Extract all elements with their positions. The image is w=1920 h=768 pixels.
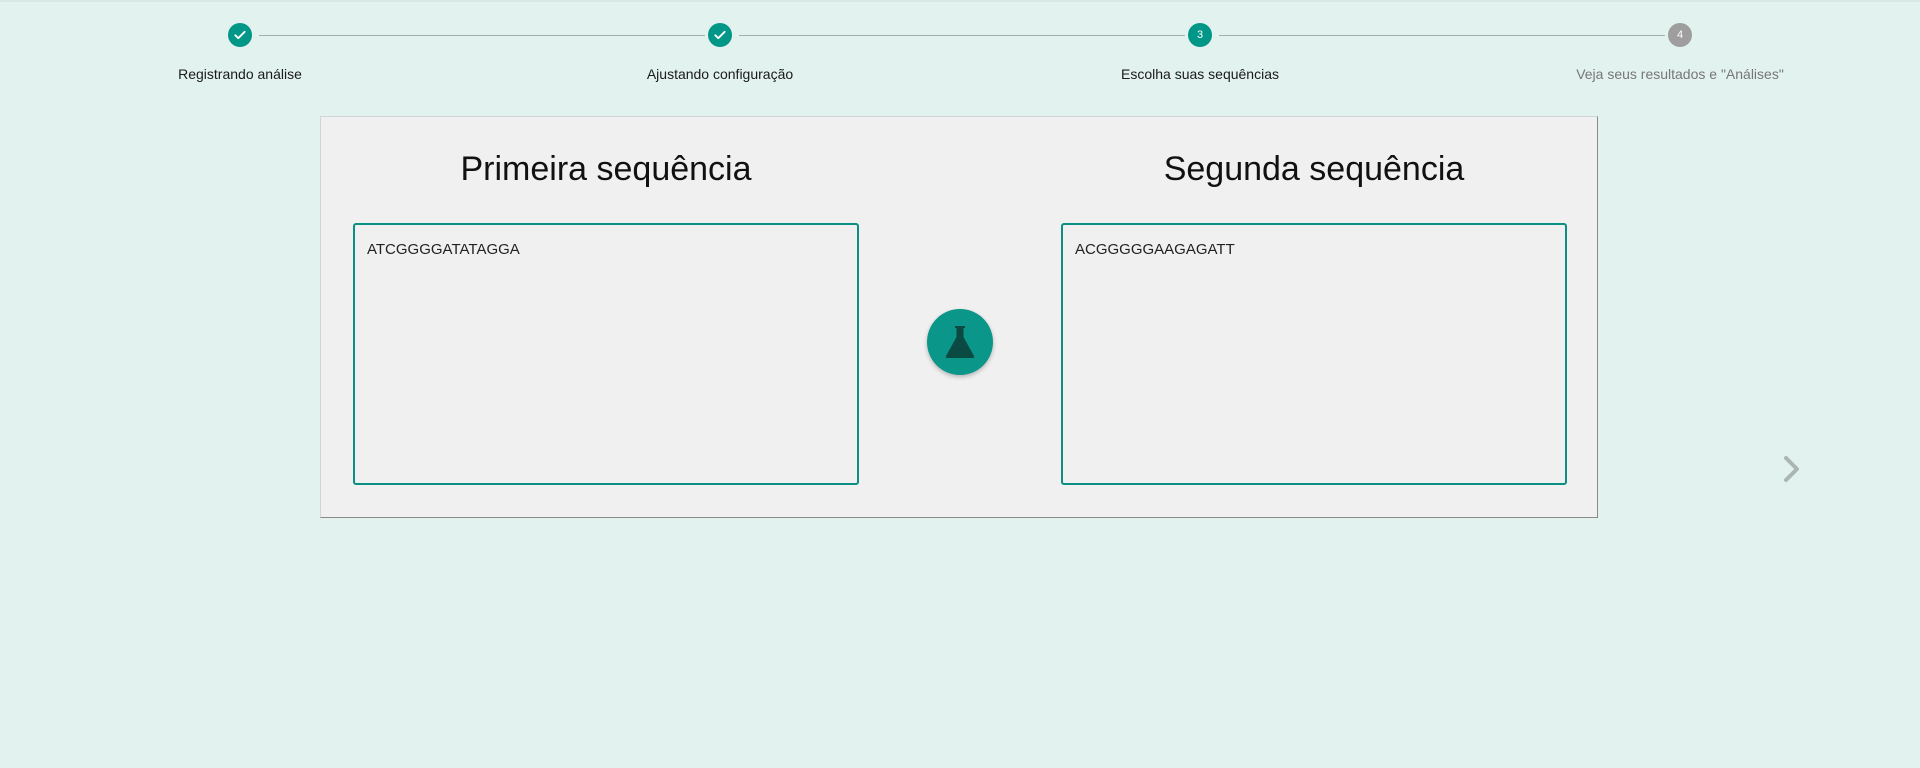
step-3-indicator: 3	[1188, 23, 1212, 47]
next-step-button[interactable]	[1780, 454, 1804, 484]
step-1-indicator	[228, 23, 252, 47]
flask-icon	[945, 326, 975, 358]
step-4-label: Veja seus resultados e "Análises"	[1576, 66, 1784, 82]
page: Registrando análise Ajustando configuraç…	[0, 0, 1920, 768]
check-icon	[234, 30, 246, 40]
check-icon	[714, 30, 726, 40]
first-sequence-title: Primeira sequência	[460, 150, 752, 188]
step-4-indicator: 4	[1668, 23, 1692, 47]
step-2-indicator	[708, 23, 732, 47]
step-3-label: Escolha suas sequências	[1121, 66, 1279, 82]
step-2-label: Ajustando configuração	[646, 66, 794, 82]
analyze-button[interactable]	[927, 309, 993, 375]
chevron-right-icon	[1784, 456, 1799, 482]
first-sequence-input[interactable]: ATCGGGGATATAGGA	[353, 223, 859, 485]
step-1-label: Registrando análise	[178, 66, 302, 82]
step-connector	[1219, 35, 1665, 36]
second-sequence-input[interactable]: ACGGGGGAAGAGATT	[1061, 223, 1567, 485]
second-sequence-title: Segunda sequência	[1163, 150, 1465, 188]
step-connector	[739, 35, 1185, 36]
step-connector	[259, 35, 705, 36]
stepper: Registrando análise Ajustando configuraç…	[0, 0, 1920, 100]
sequence-card: Primeira sequência Segunda sequência ATC…	[320, 116, 1598, 518]
